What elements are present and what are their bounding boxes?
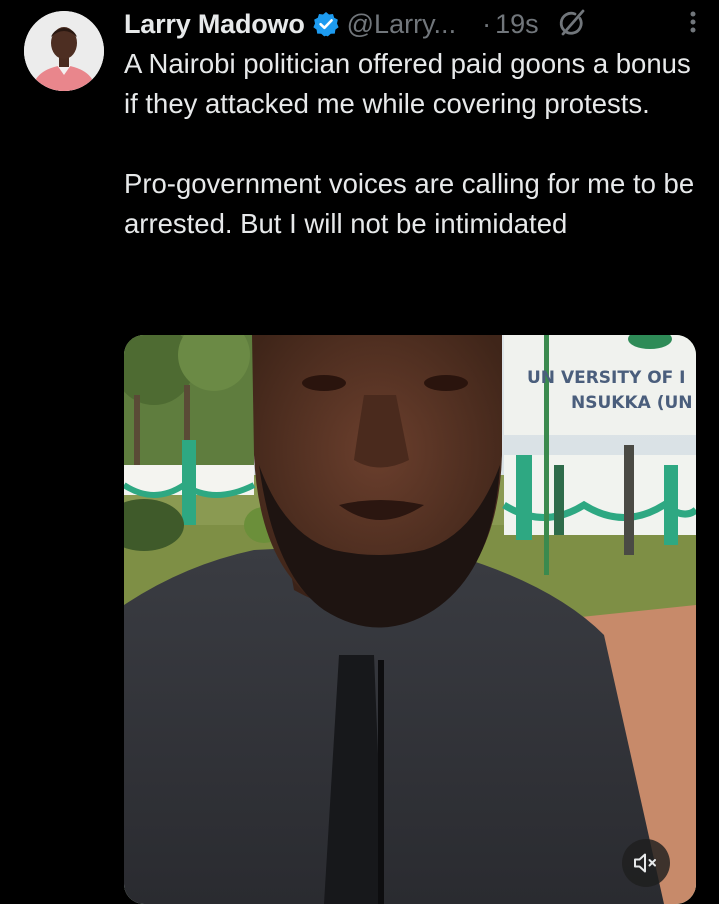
- separator-dot: ·: [482, 8, 492, 39]
- more-vertical-icon[interactable]: [681, 6, 705, 38]
- tweet-header: Larry Madowo @Larry... · 19s: [124, 4, 699, 44]
- mute-toggle-button[interactable]: [622, 839, 670, 887]
- sign-line-1: UN VERSITY OF I: [527, 368, 686, 388]
- tweet-video[interactable]: UN VERSITY OF I NSUKKA (UN: [124, 335, 696, 904]
- verified-badge-icon: [313, 11, 339, 37]
- speaker-muted-icon: [633, 852, 659, 874]
- tweet-paragraph-1: A Nairobi politician offered paid goons …: [124, 48, 691, 119]
- tweet-paragraph-2: Pro-government voices are calling for me…: [124, 168, 695, 239]
- grok-icon[interactable]: [555, 8, 587, 40]
- tweet-text: A Nairobi politician offered paid goons …: [124, 44, 709, 244]
- sign-line-2: NSUKKA (UN: [571, 393, 693, 413]
- author-avatar[interactable]: [24, 11, 104, 91]
- author-name[interactable]: Larry Madowo: [124, 9, 305, 40]
- author-handle[interactable]: @Larry...: [347, 9, 456, 40]
- timestamp[interactable]: 19s: [495, 9, 539, 40]
